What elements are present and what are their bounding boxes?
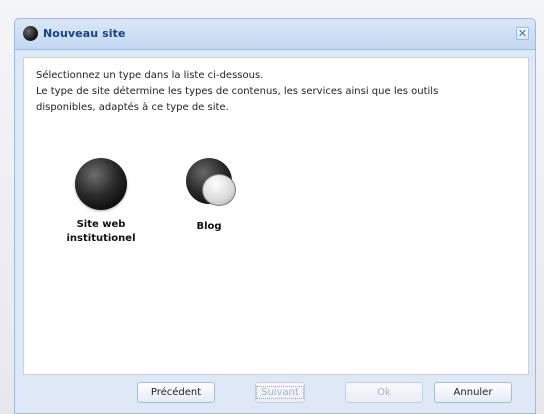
next-button[interactable]: Suivant [255, 382, 305, 403]
site-type-institutional[interactable]: Site web institutionel [46, 158, 156, 246]
cancel-button[interactable]: Annuler [434, 382, 512, 403]
close-button[interactable]: ✕ [516, 27, 529, 40]
next-button-label: Suivant [256, 386, 304, 399]
ok-button[interactable]: Ok [345, 382, 423, 403]
globe-icon [75, 158, 127, 210]
dialog-body: Sélectionnez un type dans la liste ci-de… [23, 57, 529, 375]
previous-button[interactable]: Précédent [137, 382, 215, 403]
blog-icon [180, 158, 238, 212]
blog-type-label: Blog [196, 221, 222, 232]
description-line-3: disponibles, adaptés à ce type de site. [36, 102, 229, 113]
dialog-title: Nouveau site [43, 27, 126, 40]
site-type-label-line2: institutionel [66, 233, 136, 244]
site-globe-icon [23, 26, 38, 41]
new-site-dialog: Nouveau site ✕ Sélectionnez un type dans… [14, 18, 536, 414]
site-type-label: Site web institutionel [46, 218, 156, 246]
description-line-2: Le type de site détermine les types de c… [36, 86, 439, 97]
site-type-blog[interactable]: Blog [154, 158, 264, 234]
description-text: Sélectionnez un type dans la liste ci-de… [36, 68, 516, 116]
site-type-label-line1: Site web [76, 219, 126, 230]
description-line-1: Sélectionnez un type dans la liste ci-de… [36, 70, 264, 81]
dialog-titlebar[interactable]: Nouveau site ✕ [15, 19, 535, 50]
dialog-footer: Précédent Suivant Ok Annuler [15, 373, 535, 413]
blog-bubble-shape [202, 174, 236, 206]
